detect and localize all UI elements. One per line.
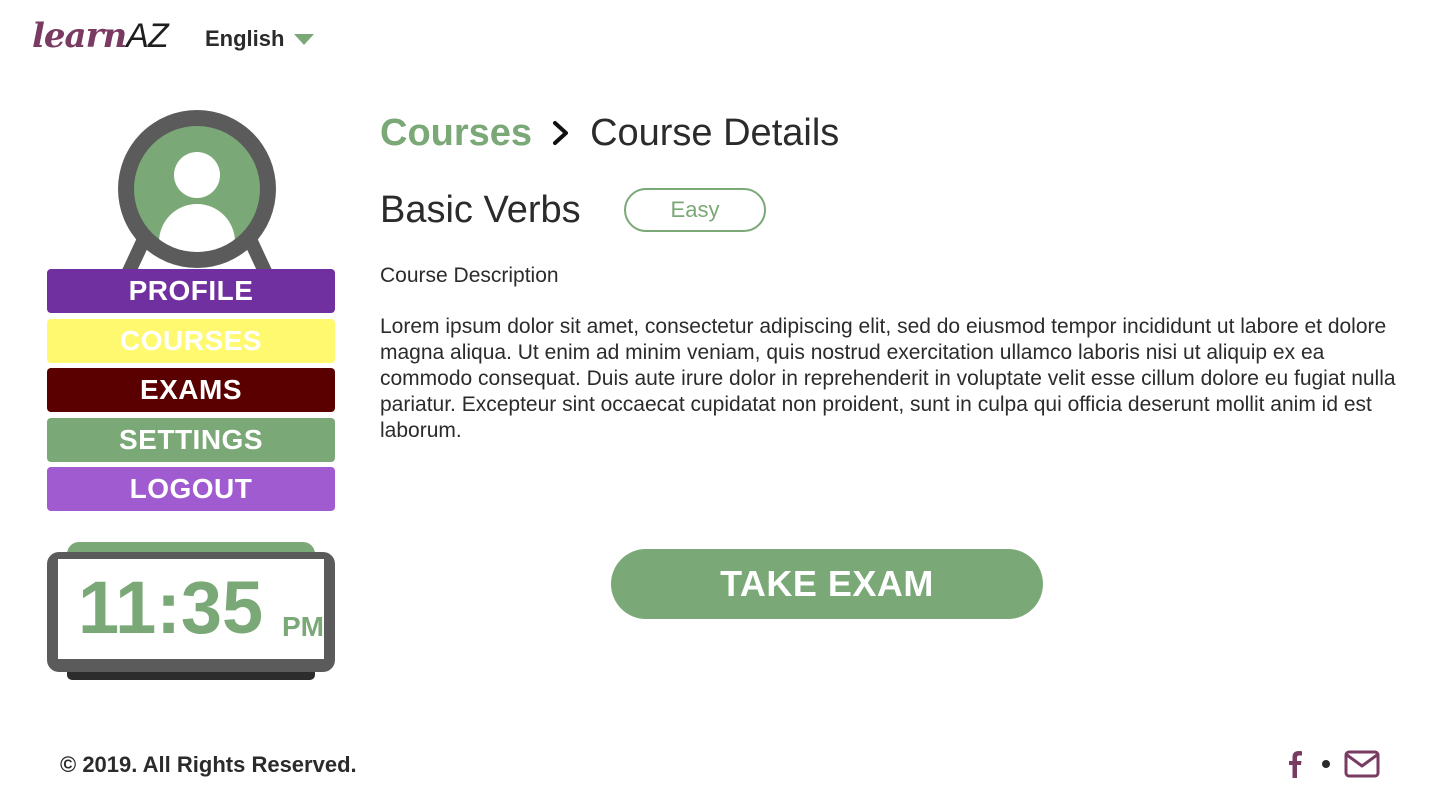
logo-az-text: AZ — [126, 17, 168, 55]
nav-exams-button[interactable]: EXAMS — [47, 368, 335, 412]
breadcrumb-current: Course Details — [590, 112, 840, 154]
facebook-icon[interactable] — [1284, 749, 1308, 779]
sidebar-nav: PROFILE COURSES EXAMS SETTINGS LOGOUT — [47, 269, 335, 517]
difficulty-badge: Easy — [624, 188, 766, 232]
user-icon-head — [174, 152, 220, 198]
social-links — [1284, 746, 1380, 782]
clock-widget: 11:35 PM — [47, 542, 335, 682]
separator-dot — [1322, 760, 1330, 768]
logo-learn-text: learn — [32, 16, 127, 56]
chevron-right-icon — [553, 121, 569, 145]
description-text: Lorem ipsum dolor sit amet, consectetur … — [380, 315, 1396, 442]
description-heading: Course Description — [380, 264, 559, 287]
email-icon[interactable] — [1344, 750, 1380, 778]
page: learnAZ English PROFILE COURSES EXAMS SE… — [0, 0, 1440, 810]
nav-courses-button[interactable]: COURSES — [47, 318, 335, 363]
user-icon — [134, 126, 260, 252]
avatar — [118, 110, 276, 276]
clock-face: 11:35 PM — [58, 559, 324, 659]
language-label: English — [205, 26, 285, 51]
language-selector[interactable]: English — [205, 26, 315, 52]
breadcrumb: Courses Course Details — [380, 110, 839, 156]
clock-ampm: PM — [282, 611, 324, 642]
course-title: Basic Verbs — [380, 189, 581, 231]
copyright-text: © 2019. All Rights Reserved. — [60, 752, 357, 777]
chevron-down-icon — [294, 33, 315, 45]
logo[interactable]: learnAZ — [32, 14, 169, 58]
nav-logout-button[interactable]: LOGOUT — [47, 467, 335, 511]
user-icon-body — [159, 204, 235, 252]
breadcrumb-courses-link[interactable]: Courses — [380, 110, 532, 156]
clock-time: 11:35 — [78, 566, 264, 649]
take-exam-button[interactable]: TAKE EXAM — [611, 549, 1043, 619]
nav-settings-button[interactable]: SETTINGS — [47, 417, 335, 462]
nav-profile-button[interactable]: PROFILE — [47, 269, 335, 313]
